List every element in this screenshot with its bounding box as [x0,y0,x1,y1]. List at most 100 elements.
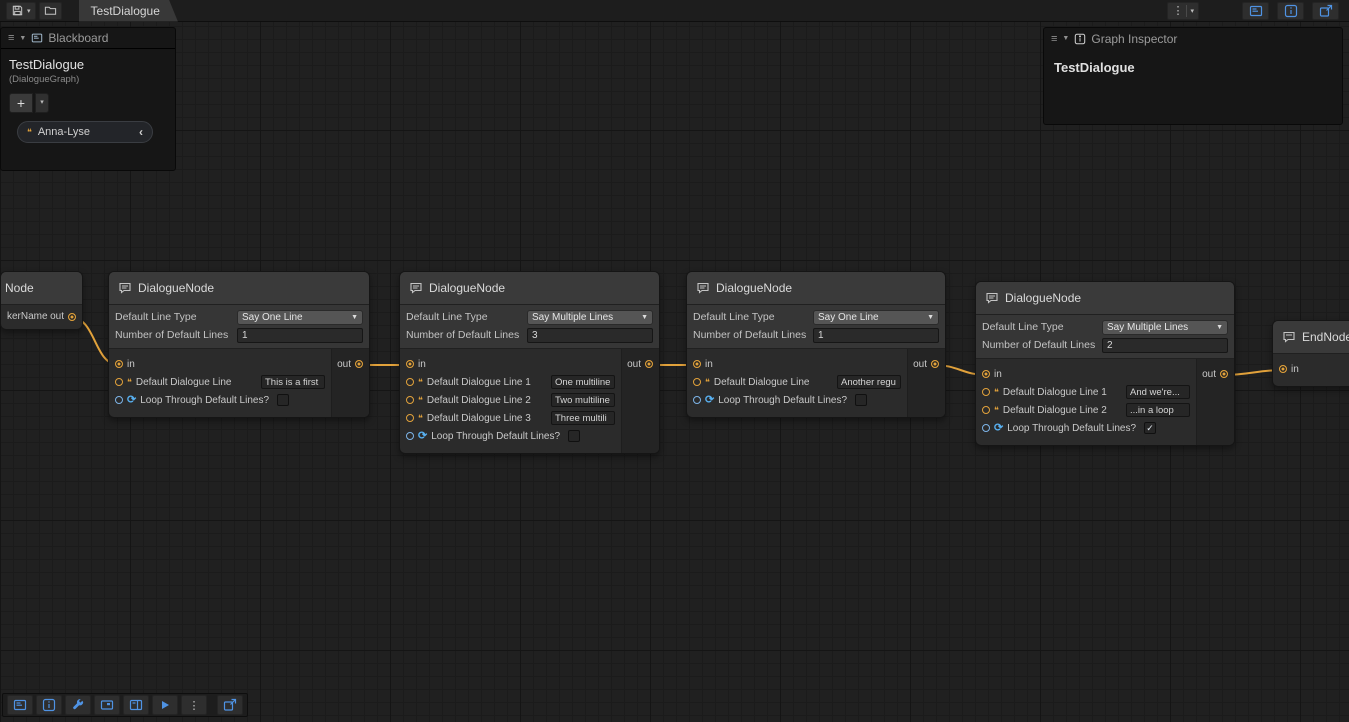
open-external-button[interactable] [217,695,243,715]
toggle-inspector-button[interactable] [1277,2,1304,20]
dialogue-line-input[interactable]: And we're... [1126,385,1190,399]
port-loop[interactable] [693,396,701,404]
blackboard-graph-name: TestDialogue [1,49,175,72]
bottom-toolbar: ⋮ [2,693,248,717]
port-in[interactable] [1279,365,1287,373]
line-type-dropdown[interactable]: Say Multiple Lines ▼ [527,310,653,325]
port-out[interactable] [931,360,939,368]
start-node-partial[interactable]: Node kerName out [0,271,83,330]
loop-icon: ⟳ [705,395,714,406]
panel-title: Graph Inspector [1091,32,1177,46]
wrench-settings-button[interactable] [65,695,91,715]
port-loop[interactable] [115,396,123,404]
num-lines-label: Number of Default Lines [693,329,806,341]
num-lines-input[interactable]: 2 [1102,338,1228,353]
num-lines-input[interactable]: 1 [813,328,939,343]
add-property-button[interactable]: + [9,93,33,113]
toggle-blackboard-button[interactable] [1242,2,1269,20]
dialogue-node-2[interactable]: DialogueNode Default Line Type Say Multi… [399,271,660,454]
blackboard-toggle-button[interactable] [7,695,33,715]
more-button[interactable]: ⋮ [181,695,207,715]
port-dialogue-line[interactable] [693,378,701,386]
in-port-label: in [994,369,1002,380]
quote-icon: ❝ [418,378,423,387]
port-loop[interactable] [406,432,414,440]
dialogue-node-1[interactable]: DialogueNode Default Line Type Say One L… [108,271,370,418]
line-type-dropdown[interactable]: Say Multiple Lines ▼ [1102,320,1228,335]
num-lines-input[interactable]: 1 [237,328,363,343]
out-port-label: out [50,311,64,322]
out-port-label: out [337,359,351,370]
node-title: EndNode [1302,330,1349,344]
line-type-dropdown[interactable]: Say One Line ▼ [813,310,939,325]
num-lines-input[interactable]: 3 [527,328,653,343]
blackboard-header: ≡ ▼ Blackboard [1,28,175,49]
dialogue-line-input[interactable]: This is a first [261,375,325,389]
port-dialogue-line[interactable] [982,388,990,396]
add-property-dropdown[interactable]: ▾ [35,93,49,113]
dialogue-line-input[interactable]: Three multili [551,411,615,425]
port-dialogue-line[interactable] [406,396,414,404]
collapse-arrow-icon[interactable]: ▼ [19,35,26,42]
loop-checkbox[interactable]: ✓ [1144,422,1156,434]
end-node[interactable]: EndNode in [1272,320,1349,387]
dialogue-line-input[interactable]: One multiline [551,375,615,389]
line-type-dropdown[interactable]: Say One Line ▼ [237,310,363,325]
tab-testdialogue[interactable]: TestDialogue [79,0,178,22]
inspector-toggle-button[interactable] [36,695,62,715]
dialogue-line-input[interactable]: ...in a loop [1126,403,1190,417]
blackboard-property-pill[interactable]: ❝ Anna-Lyse ‹ [17,121,153,143]
out-port-label: out [1202,369,1216,380]
port-loop[interactable] [982,424,990,432]
folder-icon [44,4,57,17]
minimap-toggle-button[interactable] [94,695,120,715]
port-dialogue-line[interactable] [406,414,414,422]
menu-icon[interactable]: ≡ [8,32,14,44]
more-options-button[interactable]: ⋮ ▾ [1167,2,1199,20]
port-in[interactable] [693,360,701,368]
blackboard-panel[interactable]: ≡ ▼ Blackboard TestDialogue (DialogueGra… [0,27,176,171]
port-out[interactable] [1220,370,1228,378]
loop-checkbox[interactable] [855,394,867,406]
dialogue-node-3[interactable]: DialogueNode Default Line Type Say One L… [686,271,946,418]
preview-window-icon [1319,4,1333,18]
in-port-label: in [1291,364,1299,375]
inspector-icon [42,698,56,712]
dialogue-node-4[interactable]: DialogueNode Default Line Type Say Multi… [975,281,1235,446]
dialogue-line-input[interactable]: Two multiline [551,393,615,407]
preview-play-button[interactable] [152,695,178,715]
dialogue-line-input[interactable]: Another regu [837,375,901,389]
graph-inspector-panel[interactable]: ≡ ▼ Graph Inspector TestDialogue [1043,27,1343,125]
line-type-label: Default Line Type [982,321,1064,333]
menu-icon[interactable]: ≡ [1051,33,1057,45]
loop-label: Loop Through Default Lines? [718,395,847,406]
port-dialogue-line[interactable] [115,378,123,386]
port-in[interactable] [982,370,990,378]
open-asset-button[interactable] [39,2,62,20]
loop-checkbox[interactable] [568,430,580,442]
port-out[interactable] [68,313,76,321]
top-toolbar: ▾ TestDialogue ⋮ ▾ [0,0,1349,22]
port-out[interactable] [355,360,363,368]
port-dialogue-line[interactable] [406,378,414,386]
panels-toggle-button[interactable] [123,695,149,715]
play-icon [158,698,172,712]
line-type-label: Default Line Type [693,311,775,323]
node-title-bar: DialogueNode [976,282,1234,315]
save-button[interactable]: ▾ [6,2,36,20]
inspector-graph-title: TestDialogue [1044,49,1342,86]
port-in[interactable] [406,360,414,368]
node-ports: in ❝ Default Dialogue Line 1 And we're..… [976,359,1234,445]
toggle-preview-button[interactable] [1312,2,1339,20]
tab-label: TestDialogue [91,4,160,18]
collapse-chevron-icon[interactable]: ‹ [139,125,143,139]
port-dialogue-line[interactable] [982,406,990,414]
port-in[interactable] [115,360,123,368]
port-row: kerName out [1,305,82,329]
collapse-arrow-icon[interactable]: ▼ [1062,35,1069,42]
port-out[interactable] [645,360,653,368]
dialogue-node-icon [985,291,999,305]
loop-checkbox[interactable] [277,394,289,406]
quote-icon: ❝ [27,128,32,137]
chevron-down-icon: ▼ [1216,324,1223,331]
